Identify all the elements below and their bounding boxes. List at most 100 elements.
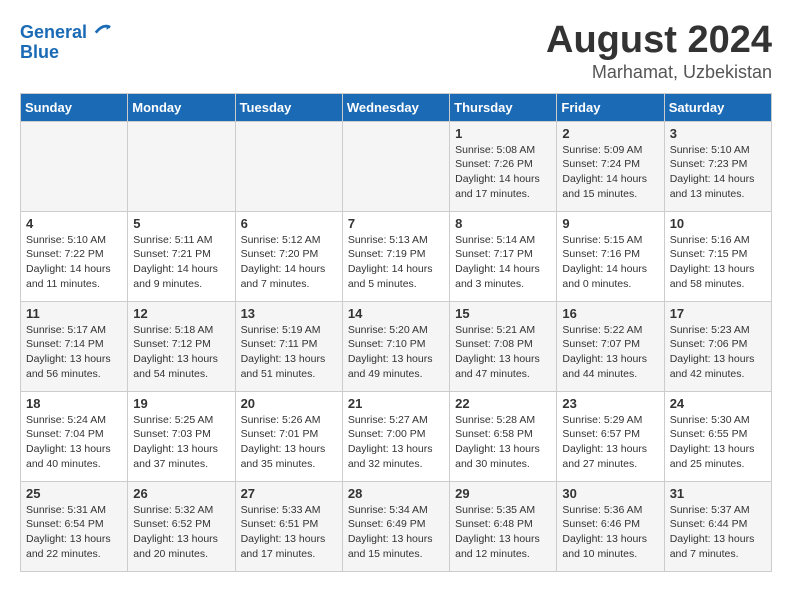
day-info: Sunrise: 5:25 AM Sunset: 7:03 PM Dayligh… (133, 413, 229, 472)
calendar-cell (235, 121, 342, 211)
week-row-3: 11 Sunrise: 5:17 AM Sunset: 7:14 PM Dayli… (21, 301, 772, 391)
day-info: Sunrise: 5:31 AM Sunset: 6:54 PM Dayligh… (26, 503, 122, 562)
calendar-cell: 28 Sunrise: 5:34 AM Sunset: 6:49 PM Dayli… (342, 481, 449, 571)
month-title: August 2024 (546, 20, 772, 62)
calendar-table: SundayMondayTuesdayWednesdayThursdayFrid… (20, 93, 772, 572)
day-number: 28 (348, 486, 444, 501)
day-info: Sunrise: 5:18 AM Sunset: 7:12 PM Dayligh… (133, 323, 229, 382)
day-number: 2 (562, 126, 658, 141)
day-number: 3 (670, 126, 766, 141)
day-number: 26 (133, 486, 229, 501)
day-number: 11 (26, 306, 122, 321)
day-info: Sunrise: 5:32 AM Sunset: 6:52 PM Dayligh… (133, 503, 229, 562)
week-row-1: 1 Sunrise: 5:08 AM Sunset: 7:26 PM Daylig… (21, 121, 772, 211)
calendar-cell: 20 Sunrise: 5:26 AM Sunset: 7:01 PM Dayli… (235, 391, 342, 481)
day-info: Sunrise: 5:21 AM Sunset: 7:08 PM Dayligh… (455, 323, 551, 382)
calendar-cell: 9 Sunrise: 5:15 AM Sunset: 7:16 PM Daylig… (557, 211, 664, 301)
day-info: Sunrise: 5:17 AM Sunset: 7:14 PM Dayligh… (26, 323, 122, 382)
calendar-cell: 19Sunrise: 5:25 AM Sunset: 7:03 PM Dayli… (128, 391, 235, 481)
calendar-cell: 30 Sunrise: 5:36 AM Sunset: 6:46 PM Dayli… (557, 481, 664, 571)
day-info: Sunrise: 5:09 AM Sunset: 7:24 PM Dayligh… (562, 143, 658, 202)
header-thursday: Thursday (450, 93, 557, 121)
day-number: 14 (348, 306, 444, 321)
calendar-cell: 10 Sunrise: 5:16 AM Sunset: 7:15 PM Dayli… (664, 211, 771, 301)
day-info: Sunrise: 5:13 AM Sunset: 7:19 PM Dayligh… (348, 233, 444, 292)
header-saturday: Saturday (664, 93, 771, 121)
logo-line2: Blue (20, 43, 112, 63)
logo: General Blue (20, 20, 112, 63)
day-number: 12 (133, 306, 229, 321)
calendar-cell: 13Sunrise: 5:19 AM Sunset: 7:11 PM Dayli… (235, 301, 342, 391)
calendar-cell: 5Sunrise: 5:11 AM Sunset: 7:21 PM Daylig… (128, 211, 235, 301)
calendar-cell (21, 121, 128, 211)
day-info: Sunrise: 5:08 AM Sunset: 7:26 PM Dayligh… (455, 143, 551, 202)
calendar-cell: 25Sunrise: 5:31 AM Sunset: 6:54 PM Dayli… (21, 481, 128, 571)
day-info: Sunrise: 5:14 AM Sunset: 7:17 PM Dayligh… (455, 233, 551, 292)
day-info: Sunrise: 5:34 AM Sunset: 6:49 PM Dayligh… (348, 503, 444, 562)
day-info: Sunrise: 5:30 AM Sunset: 6:55 PM Dayligh… (670, 413, 766, 472)
header-row: SundayMondayTuesdayWednesdayThursdayFrid… (21, 93, 772, 121)
day-number: 4 (26, 216, 122, 231)
header-friday: Friday (557, 93, 664, 121)
day-number: 31 (670, 486, 766, 501)
day-info: Sunrise: 5:24 AM Sunset: 7:04 PM Dayligh… (26, 413, 122, 472)
calendar-cell: 2 Sunrise: 5:09 AM Sunset: 7:24 PM Daylig… (557, 121, 664, 211)
day-number: 13 (241, 306, 337, 321)
calendar-cell: 27Sunrise: 5:33 AM Sunset: 6:51 PM Dayli… (235, 481, 342, 571)
day-info: Sunrise: 5:20 AM Sunset: 7:10 PM Dayligh… (348, 323, 444, 382)
calendar-cell: 21Sunrise: 5:27 AM Sunset: 7:00 PM Dayli… (342, 391, 449, 481)
calendar-cell: 15Sunrise: 5:21 AM Sunset: 7:08 PM Dayli… (450, 301, 557, 391)
calendar-cell: 22Sunrise: 5:28 AM Sunset: 6:58 PM Dayli… (450, 391, 557, 481)
day-number: 23 (562, 396, 658, 411)
page-header: General Blue August 2024 Marhamat, Uzbek… (20, 20, 772, 83)
week-row-5: 25Sunrise: 5:31 AM Sunset: 6:54 PM Dayli… (21, 481, 772, 571)
calendar-cell: 14 Sunrise: 5:20 AM Sunset: 7:10 PM Dayli… (342, 301, 449, 391)
day-number: 9 (562, 216, 658, 231)
day-info: Sunrise: 5:15 AM Sunset: 7:16 PM Dayligh… (562, 233, 658, 292)
day-info: Sunrise: 5:37 AM Sunset: 6:44 PM Dayligh… (670, 503, 766, 562)
calendar-body: 1 Sunrise: 5:08 AM Sunset: 7:26 PM Daylig… (21, 121, 772, 571)
day-number: 18 (26, 396, 122, 411)
logo-line1: General (20, 22, 87, 42)
header-wednesday: Wednesday (342, 93, 449, 121)
day-number: 10 (670, 216, 766, 231)
day-number: 8 (455, 216, 551, 231)
logo-icon (94, 20, 112, 38)
calendar-cell: 29 Sunrise: 5:35 AM Sunset: 6:48 PM Dayli… (450, 481, 557, 571)
day-number: 20 (241, 396, 337, 411)
day-number: 30 (562, 486, 658, 501)
day-number: 16 (562, 306, 658, 321)
week-row-4: 18 Sunrise: 5:24 AM Sunset: 7:04 PM Dayli… (21, 391, 772, 481)
calendar-cell: 24Sunrise: 5:30 AM Sunset: 6:55 PM Dayli… (664, 391, 771, 481)
calendar-cell: 1 Sunrise: 5:08 AM Sunset: 7:26 PM Daylig… (450, 121, 557, 211)
day-number: 29 (455, 486, 551, 501)
day-info: Sunrise: 5:10 AM Sunset: 7:23 PM Dayligh… (670, 143, 766, 202)
calendar-cell: 12 Sunrise: 5:18 AM Sunset: 7:12 PM Dayli… (128, 301, 235, 391)
calendar-cell (342, 121, 449, 211)
day-number: 7 (348, 216, 444, 231)
header-monday: Monday (128, 93, 235, 121)
day-info: Sunrise: 5:10 AM Sunset: 7:22 PM Dayligh… (26, 233, 122, 292)
day-number: 5 (133, 216, 229, 231)
header-sunday: Sunday (21, 93, 128, 121)
day-info: Sunrise: 5:26 AM Sunset: 7:01 PM Dayligh… (241, 413, 337, 472)
calendar-cell: 8 Sunrise: 5:14 AM Sunset: 7:17 PM Daylig… (450, 211, 557, 301)
day-number: 21 (348, 396, 444, 411)
day-info: Sunrise: 5:23 AM Sunset: 7:06 PM Dayligh… (670, 323, 766, 382)
calendar-cell: 18 Sunrise: 5:24 AM Sunset: 7:04 PM Dayli… (21, 391, 128, 481)
day-number: 1 (455, 126, 551, 141)
calendar-cell: 17Sunrise: 5:23 AM Sunset: 7:06 PM Dayli… (664, 301, 771, 391)
calendar-cell: 3 Sunrise: 5:10 AM Sunset: 7:23 PM Daylig… (664, 121, 771, 211)
day-number: 27 (241, 486, 337, 501)
calendar-cell: 23 Sunrise: 5:29 AM Sunset: 6:57 PM Dayli… (557, 391, 664, 481)
calendar-cell: 6Sunrise: 5:12 AM Sunset: 7:20 PM Daylig… (235, 211, 342, 301)
day-info: Sunrise: 5:12 AM Sunset: 7:20 PM Dayligh… (241, 233, 337, 292)
day-info: Sunrise: 5:29 AM Sunset: 6:57 PM Dayligh… (562, 413, 658, 472)
calendar-cell: 11 Sunrise: 5:17 AM Sunset: 7:14 PM Dayli… (21, 301, 128, 391)
calendar-cell: 7 Sunrise: 5:13 AM Sunset: 7:19 PM Daylig… (342, 211, 449, 301)
day-info: Sunrise: 5:16 AM Sunset: 7:15 PM Dayligh… (670, 233, 766, 292)
calendar-cell (128, 121, 235, 211)
calendar-cell: 26 Sunrise: 5:32 AM Sunset: 6:52 PM Dayli… (128, 481, 235, 571)
day-info: Sunrise: 5:35 AM Sunset: 6:48 PM Dayligh… (455, 503, 551, 562)
day-info: Sunrise: 5:36 AM Sunset: 6:46 PM Dayligh… (562, 503, 658, 562)
